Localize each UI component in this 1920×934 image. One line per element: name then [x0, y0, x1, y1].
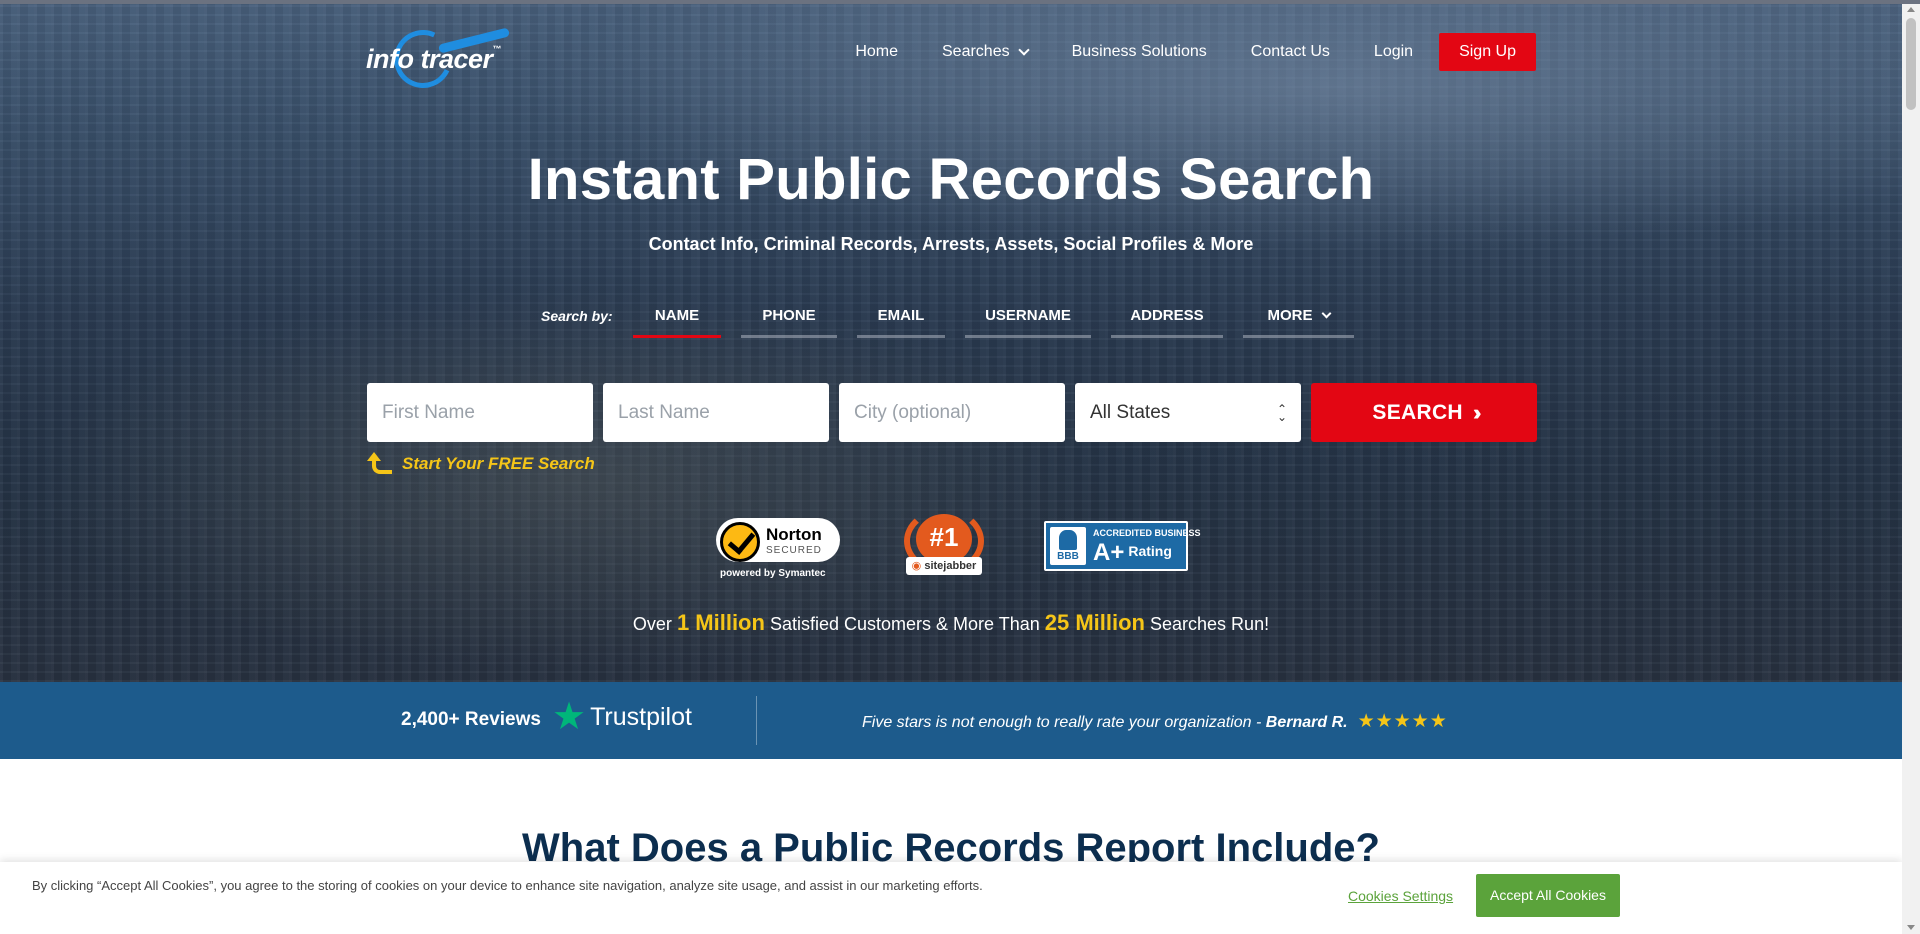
search-by-label: Search by:: [541, 308, 613, 324]
nav-searches-dropdown[interactable]: Searches: [942, 43, 1030, 61]
nav-contact-us[interactable]: Contact Us: [1251, 43, 1330, 61]
cookies-settings-link[interactable]: Cookies Settings: [1348, 888, 1453, 904]
tab-username[interactable]: USERNAME: [965, 300, 1091, 338]
state-select[interactable]: All States ⌃ ⌄: [1075, 383, 1301, 442]
sitejabber-rank: #1: [929, 522, 959, 552]
bbb-short-label: BBB: [1057, 551, 1079, 562]
logo-text: info tracer™: [366, 44, 502, 74]
chevron-down-icon: [1321, 308, 1331, 319]
main-nav: Home Searches Business Solutions Contact…: [855, 33, 1536, 71]
free-search-hint: Start Your FREE Search: [366, 452, 595, 474]
curved-arrow-up-icon: [366, 452, 392, 474]
tab-email[interactable]: EMAIL: [857, 300, 945, 338]
bbb-torch-icon: [1059, 530, 1077, 550]
page-subtitle: Contact Info, Criminal Records, Arrests,…: [648, 234, 1254, 254]
search-button[interactable]: SEARCH ››: [1311, 383, 1537, 442]
hero-section: info tracer™ Home Searches Business Solu…: [0, 4, 1902, 682]
norton-powered-by: powered by Symantec: [720, 568, 826, 579]
tab-phone[interactable]: PHONE: [741, 300, 837, 338]
tab-address[interactable]: ADDRESS: [1111, 300, 1223, 338]
trustpilot-logo[interactable]: ★ Trustpilot: [552, 696, 692, 738]
norton-pill: Norton SECURED: [716, 518, 840, 562]
nav-home[interactable]: Home: [855, 43, 898, 61]
reviews-count: 2,400+ Reviews: [401, 709, 541, 730]
first-name-input[interactable]: [367, 383, 593, 442]
cookie-text: By clicking “Accept All Cookies”, you ag…: [32, 878, 983, 893]
review-quote: Five stars is not enough to really rate …: [862, 711, 1448, 732]
bbb-rating: A+ Rating: [1093, 539, 1172, 566]
norton-secured-badge: Norton SECURED powered by Symantec: [714, 512, 844, 584]
chevron-down-icon: [1017, 43, 1030, 56]
double-chevron-right-icon: ››: [1472, 399, 1481, 425]
page-title: Instant Public Records Search: [527, 147, 1375, 212]
nav-login[interactable]: Login: [1374, 43, 1413, 61]
accept-cookies-button[interactable]: Accept All Cookies: [1476, 874, 1620, 917]
customer-stats: Over 1 Million Satisfied Customers & Mor…: [632, 610, 1270, 635]
signup-button[interactable]: Sign Up: [1439, 33, 1536, 71]
trust-divider: [756, 696, 757, 745]
scroll-up-icon[interactable]: [1907, 7, 1915, 12]
sitejabber-tag: ◉ sitejabber: [906, 557, 982, 575]
last-name-input[interactable]: [603, 383, 829, 442]
trustpilot-star-icon: ★: [552, 696, 587, 738]
customers-count: 1 Million: [676, 610, 765, 635]
norton-name: Norton: [766, 525, 822, 544]
city-input[interactable]: [839, 383, 1065, 442]
searches-count: 25 Million: [1044, 610, 1145, 635]
cookie-banner: By clicking “Accept All Cookies”, you ag…: [0, 862, 1902, 934]
scroll-thumb[interactable]: [1906, 18, 1916, 110]
infotracer-logo[interactable]: info tracer™: [366, 21, 536, 97]
sitejabber-badge: #1 ◉ sitejabber: [902, 508, 986, 584]
tab-name[interactable]: NAME: [633, 300, 721, 338]
sitejabber-icon: ◉: [911, 560, 922, 572]
bbb-badge: BBB ACCREDITED BUSINESS A+ Rating: [1044, 521, 1201, 571]
bbb-accredited-label: ACCREDITED BUSINESS: [1093, 528, 1201, 538]
bbb-logo: BBB: [1050, 527, 1086, 565]
tab-more[interactable]: MORE: [1243, 300, 1354, 338]
nav-business-solutions[interactable]: Business Solutions: [1072, 43, 1207, 61]
scroll-down-icon[interactable]: [1907, 925, 1915, 930]
five-stars-icon: ★★★★★: [1357, 711, 1448, 732]
norton-secured-label: SECURED: [766, 545, 822, 556]
page-scrollbar[interactable]: [1902, 4, 1920, 934]
select-arrows-icon: ⌃ ⌄: [1276, 401, 1287, 424]
search-type-tabs: Search by: NAME PHONE EMAIL USERNAME ADD…: [541, 300, 1374, 344]
norton-check-icon: [720, 522, 760, 562]
trust-bar: 2,400+ Reviews ★ Trustpilot Five stars i…: [0, 682, 1902, 759]
state-select-value: All States: [1090, 401, 1171, 423]
